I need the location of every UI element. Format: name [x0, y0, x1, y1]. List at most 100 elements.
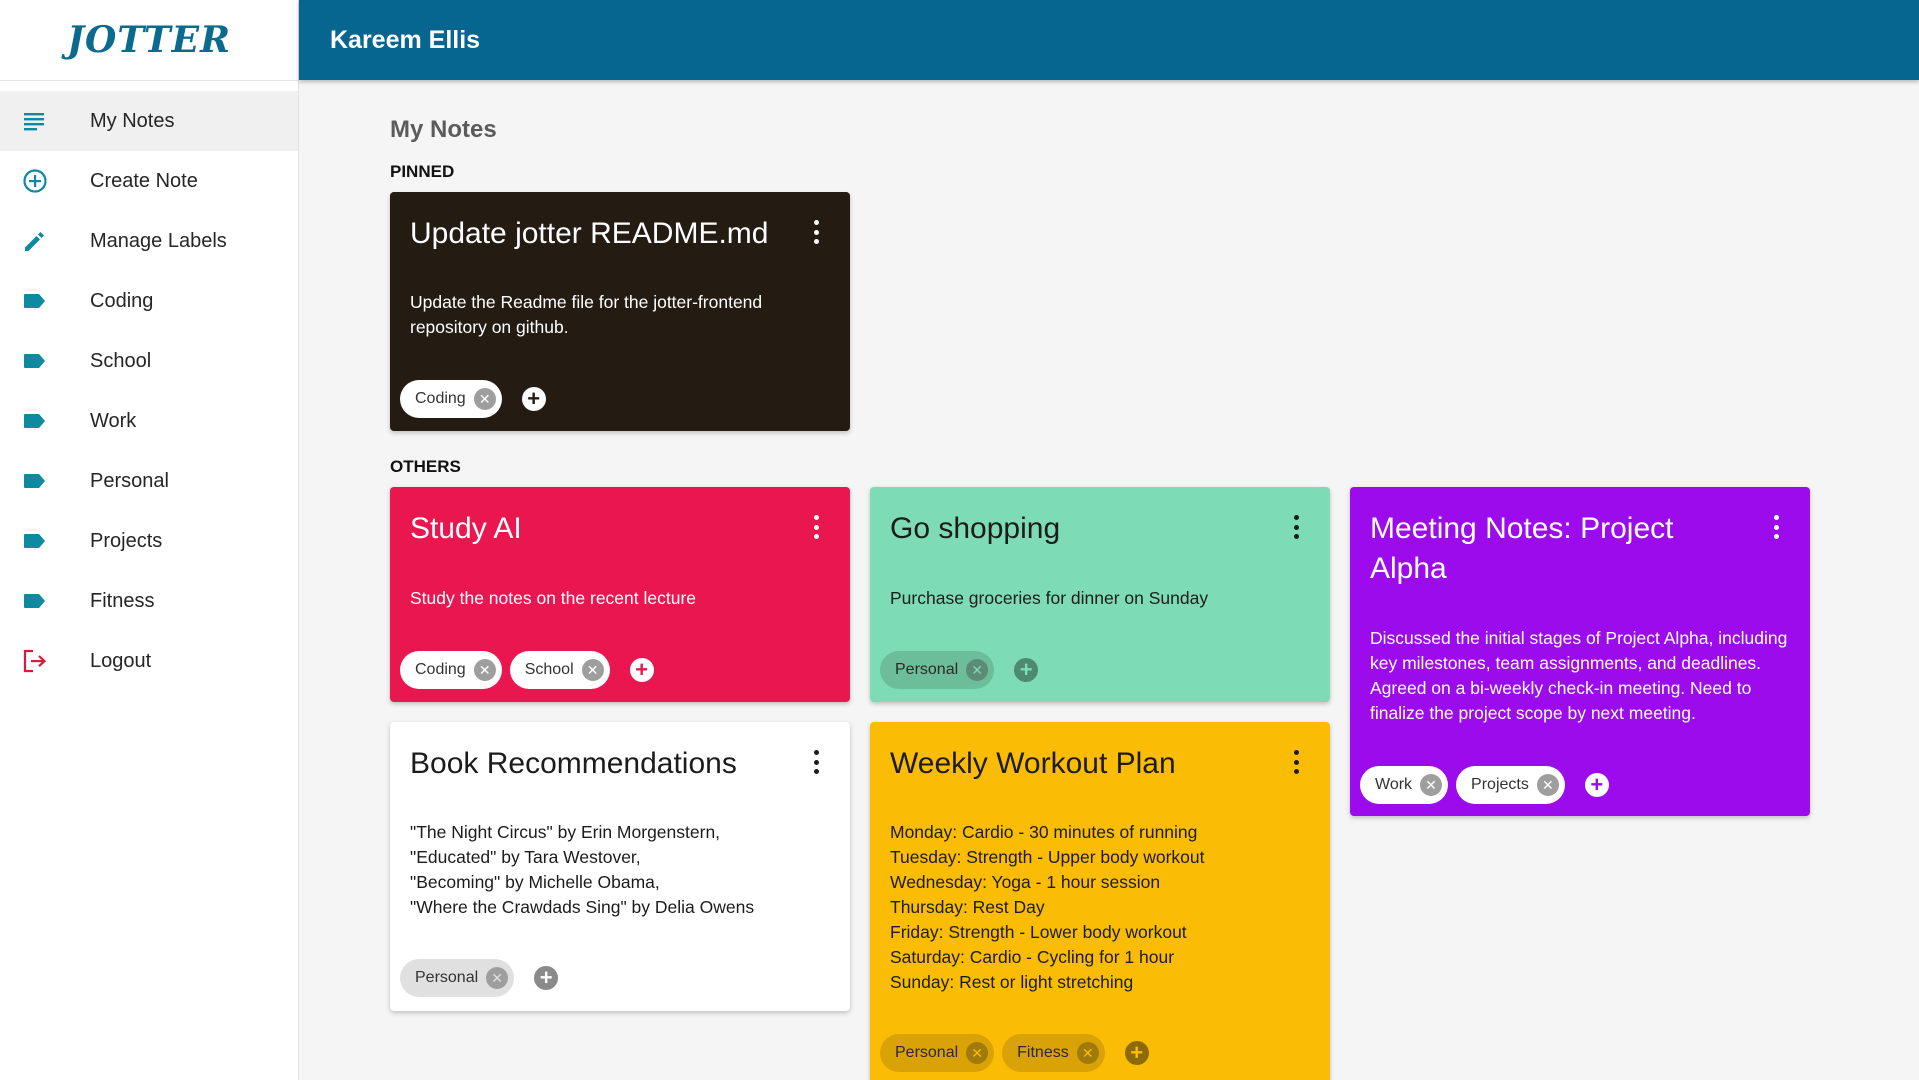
add-label-icon[interactable]: + — [1124, 1041, 1149, 1065]
user-name: Kareem Ellis — [330, 25, 481, 54]
more-vert-icon[interactable] — [1770, 515, 1782, 539]
label-chip[interactable]: Fitness ✕ — [1002, 1034, 1105, 1072]
remove-label-icon[interactable]: ✕ — [966, 1042, 989, 1064]
note-labels: Personal ✕ + — [400, 959, 559, 997]
label-chip-text: Projects — [1471, 776, 1529, 793]
label-icon — [0, 351, 90, 371]
label-chip-text: Coding — [415, 661, 466, 678]
note-title: Go shopping — [890, 512, 1061, 545]
pencil-icon — [0, 228, 90, 254]
add-label-icon[interactable]: + — [534, 966, 559, 990]
note-labels: Coding ✕ + — [400, 380, 546, 418]
sidebar-item-fitness[interactable]: Fitness — [0, 571, 298, 631]
sidebar-item-my-notes[interactable]: My Notes — [0, 91, 298, 151]
note-labels: Personal ✕ Fitness ✕ + — [880, 1034, 1149, 1072]
label-chip-text: Fitness — [1017, 1044, 1069, 1061]
sidebar-item-label: Personal — [90, 469, 169, 492]
label-icon — [0, 531, 90, 551]
remove-label-icon[interactable]: ✕ — [473, 388, 496, 410]
note-labels: Personal ✕ + — [880, 651, 1039, 689]
add-label-icon[interactable]: + — [1584, 773, 1609, 797]
sidebar-item-projects[interactable]: Projects — [0, 511, 298, 571]
label-icon — [0, 411, 90, 431]
note-title: Book Recommendations — [410, 747, 737, 780]
sidebar-item-school[interactable]: School — [0, 331, 298, 391]
remove-label-icon[interactable]: ✕ — [473, 659, 496, 681]
remove-label-icon[interactable]: ✕ — [966, 659, 989, 681]
sidebar-item-logout[interactable]: Logout — [0, 631, 298, 691]
sidebar-item-coding[interactable]: Coding — [0, 271, 298, 331]
sidebar-item-label: Work — [90, 409, 137, 432]
note-body: Discussed the initial stages of Project … — [1370, 628, 1788, 723]
more-vert-icon[interactable] — [1290, 515, 1302, 539]
label-chip[interactable]: Projects ✕ — [1456, 766, 1565, 804]
label-chip[interactable]: Coding ✕ — [400, 651, 502, 689]
app-logo[interactable]: JOTTER — [0, 0, 298, 81]
notes-main: My Notes PINNED OTHERS Update jotter REA… — [390, 80, 1919, 1080]
top-bar: Kareem Ellis — [299, 0, 1919, 80]
add-label-icon[interactable]: + — [521, 387, 546, 411]
sidebar-item-label: Fitness — [90, 589, 155, 612]
note-card[interactable]: Weekly Workout Plan Monday: Cardio - 30 … — [870, 722, 1330, 1080]
label-chip-text: Personal — [895, 661, 959, 678]
label-chip-text: School — [524, 661, 574, 678]
label-chip-text: Coding — [415, 390, 466, 407]
remove-label-icon[interactable]: ✕ — [486, 967, 509, 989]
pinned-section-label: PINNED — [390, 162, 455, 181]
note-card[interactable]: Meeting Notes: Project Alpha Discussed t… — [1350, 487, 1810, 816]
note-card[interactable]: Study AI Study the notes on the recent l… — [390, 487, 850, 702]
note-body: Update the Readme file for the jotter-fr… — [410, 292, 763, 337]
label-chip[interactable]: Personal ✕ — [880, 1034, 995, 1072]
note-body: Study the notes on the recent lecture — [410, 588, 697, 608]
note-title: Study AI — [410, 512, 522, 545]
sidebar: JOTTER My Notes Create Note Manage Label… — [0, 0, 299, 1080]
note-title: Update jotter README.md — [410, 217, 769, 250]
label-chip[interactable]: Personal ✕ — [400, 959, 515, 997]
remove-label-icon[interactable]: ✕ — [1420, 774, 1443, 796]
label-chip[interactable]: Work ✕ — [1360, 766, 1449, 804]
logout-icon — [0, 648, 90, 674]
sidebar-item-manage-labels[interactable]: Manage Labels — [0, 211, 298, 271]
add-label-icon[interactable]: + — [629, 658, 654, 682]
note-card[interactable]: Book Recommendations "The Night Circus" … — [390, 722, 850, 1011]
page-title: My Notes — [390, 116, 497, 143]
note-labels: Work ✕ Projects ✕ + — [1360, 766, 1609, 804]
sidebar-item-label: My Notes — [90, 109, 175, 132]
sidebar-item-create-note[interactable]: Create Note — [0, 151, 298, 211]
label-icon — [0, 291, 90, 311]
label-chip[interactable]: Coding ✕ — [400, 380, 502, 418]
more-vert-icon[interactable] — [810, 515, 822, 539]
remove-label-icon[interactable]: ✕ — [581, 659, 604, 681]
add-label-icon[interactable]: + — [1014, 658, 1039, 682]
note-labels: Coding ✕ School ✕ + — [400, 651, 654, 689]
logo-text: JOTTER — [66, 19, 232, 61]
sidebar-item-label: Logout — [90, 649, 152, 672]
note-title: Meeting Notes: Project Alpha — [1370, 512, 1674, 585]
note-body: "The Night Circus" by Erin Morgenstern, … — [410, 822, 755, 917]
more-vert-icon[interactable] — [810, 750, 822, 774]
note-body: Monday: Cardio - 30 minutes of running T… — [890, 822, 1205, 992]
more-vert-icon[interactable] — [810, 220, 822, 244]
sidebar-item-work[interactable]: Work — [0, 391, 298, 451]
note-card[interactable]: Update jotter README.md Update the Readm… — [390, 192, 850, 431]
label-chip[interactable]: School ✕ — [509, 651, 610, 689]
remove-label-icon[interactable]: ✕ — [1076, 1042, 1099, 1064]
note-card[interactable]: Go shopping Purchase groceries for dinne… — [870, 487, 1330, 702]
sidebar-nav: My Notes Create Note Manage Labels Codin… — [0, 91, 298, 691]
sidebar-item-label: Manage Labels — [90, 229, 227, 252]
notes-list-icon — [0, 110, 90, 132]
plus-circle-icon — [0, 168, 90, 194]
more-vert-icon[interactable] — [1290, 750, 1302, 774]
label-chip[interactable]: Personal ✕ — [880, 651, 995, 689]
label-icon — [0, 591, 90, 611]
note-body: Purchase groceries for dinner on Sunday — [890, 588, 1209, 608]
label-chip-text: Personal — [415, 969, 479, 986]
label-chip-text: Personal — [895, 1044, 959, 1061]
sidebar-item-label: Create Note — [90, 169, 198, 192]
label-icon — [0, 471, 90, 491]
sidebar-item-label: Coding — [90, 289, 154, 312]
others-section-label: OTHERS — [390, 457, 461, 476]
sidebar-item-personal[interactable]: Personal — [0, 451, 298, 511]
label-chip-text: Work — [1375, 776, 1413, 793]
remove-label-icon[interactable]: ✕ — [1536, 774, 1559, 796]
